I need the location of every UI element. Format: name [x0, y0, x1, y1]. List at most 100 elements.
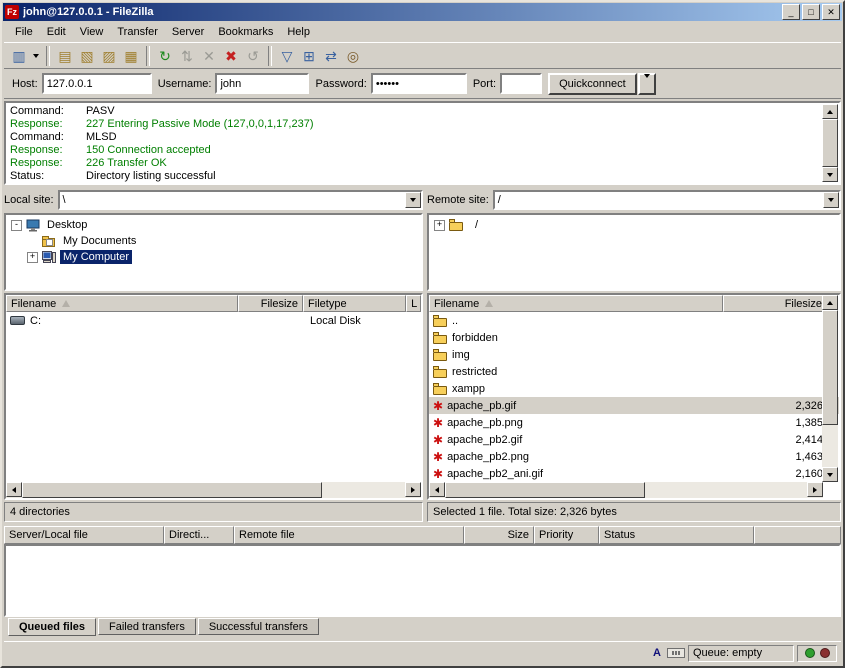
column-header-filesize[interactable]: Filesize [723, 295, 827, 312]
tree-item-my-documents[interactable]: My Documents [8, 233, 421, 249]
menu-item-bookmarks[interactable]: Bookmarks [211, 24, 280, 40]
local-list-header: Filename Filesize Filetype L [6, 295, 421, 312]
my-documents-icon [42, 235, 56, 247]
find-button[interactable]: ◎ [342, 45, 364, 67]
scrollbar-thumb[interactable] [822, 119, 838, 167]
file-row[interactable]: forbidden [429, 329, 839, 346]
tree-item-desktop[interactable]: - Desktop [8, 217, 421, 233]
scroll-right-button[interactable] [807, 482, 823, 497]
toggle-local-tree-button[interactable]: ▧ [76, 45, 98, 67]
titlebar[interactable]: Fz john@127.0.0.1 - FileZilla _ □ ✕ [3, 3, 842, 21]
site-manager-button[interactable]: ▥ [8, 45, 30, 67]
username-input[interactable] [215, 73, 309, 94]
column-header-direction[interactable]: Directi... [164, 526, 234, 544]
column-header-server-local-file[interactable]: Server/Local file [4, 526, 164, 544]
toggle-remote-tree-button[interactable]: ▨ [98, 45, 120, 67]
scrollbar-thumb[interactable] [445, 482, 645, 498]
quickconnect-button[interactable]: Quickconnect [548, 73, 637, 95]
sync-browsing-button[interactable]: ⇄ [320, 45, 342, 67]
column-header-filename[interactable]: Filename [429, 295, 723, 312]
menu-item-view[interactable]: View [73, 24, 111, 40]
tab-queued-files[interactable]: Queued files [8, 618, 96, 636]
column-header-status[interactable]: Status [599, 526, 754, 544]
sort-ascending-icon [62, 300, 70, 307]
scroll-down-button[interactable] [822, 467, 838, 482]
quickconnect-dropdown[interactable] [638, 73, 656, 95]
toggle-queue-button[interactable]: ▦ [120, 45, 142, 67]
scroll-up-button[interactable] [822, 104, 838, 119]
log-scrollbar[interactable] [822, 104, 838, 182]
local-site-combobox[interactable]: \ [58, 190, 423, 210]
menu-item-file[interactable]: File [8, 24, 40, 40]
tree-item-root[interactable]: + / [431, 217, 839, 233]
expand-icon[interactable]: + [434, 220, 445, 231]
menu-item-edit[interactable]: Edit [40, 24, 73, 40]
file-row-c-drive[interactable]: C: Local Disk [6, 312, 421, 329]
menu-item-transfer[interactable]: Transfer [110, 24, 165, 40]
folder-icon [449, 219, 468, 231]
file-row[interactable]: img [429, 346, 839, 363]
scroll-up-button[interactable] [822, 295, 838, 310]
menu-item-help[interactable]: Help [280, 24, 317, 40]
arrow-left-icon [12, 487, 16, 493]
scroll-left-button[interactable] [429, 482, 445, 497]
process-queue-icon: ⇅ [181, 49, 193, 63]
toggle-log-button[interactable]: ▤ [54, 45, 76, 67]
tree-item-my-computer[interactable]: + My Computer [8, 249, 421, 265]
disconnect-button[interactable]: ✖ [220, 45, 242, 67]
refresh-button[interactable]: ↻ [154, 45, 176, 67]
compare-button[interactable]: ⊞ [298, 45, 320, 67]
local-site-row: Local site: \ [4, 189, 423, 211]
column-header-remote-file[interactable]: Remote file [234, 526, 464, 544]
column-header-priority[interactable]: Priority [534, 526, 599, 544]
cancel-button[interactable]: ✕ [198, 45, 220, 67]
log-line: Response:227 Entering Passive Mode (127,… [10, 118, 819, 131]
remote-site-combobox[interactable]: / [493, 190, 841, 210]
scrollbar-thumb[interactable] [822, 310, 838, 425]
port-input[interactable] [500, 73, 542, 94]
column-header-filetype[interactable]: Filetype [303, 295, 406, 312]
file-row[interactable]: ✱apache_pb2_ani.gif 2,160 [429, 465, 839, 482]
maximize-button[interactable]: □ [802, 4, 820, 20]
combo-dropdown-button[interactable] [405, 192, 421, 208]
scrollbar-thumb[interactable] [22, 482, 322, 498]
password-input[interactable] [371, 73, 467, 94]
file-row[interactable]: ✱apache_pb2.gif 2,414 [429, 431, 839, 448]
file-row[interactable]: ✱apache_pb.png 1,385 [429, 414, 839, 431]
column-header-last-modified[interactable]: L [406, 295, 421, 312]
remote-directory-tree: + / [427, 213, 841, 291]
message-log: Command:PASV Response:227 Entering Passi… [4, 101, 841, 185]
tab-successful-transfers[interactable]: Successful transfers [198, 618, 319, 635]
column-header-size[interactable]: Size [464, 526, 534, 544]
column-header-filename[interactable]: Filename [6, 295, 238, 312]
site-manager-dropdown[interactable] [30, 45, 42, 67]
remote-vertical-scrollbar[interactable] [822, 295, 838, 482]
filter-button[interactable]: ▽ [276, 45, 298, 67]
chevron-down-icon [644, 74, 650, 90]
collapse-icon[interactable]: - [11, 220, 22, 231]
arrow-down-icon [827, 473, 833, 477]
file-row[interactable]: restricted [429, 363, 839, 380]
file-row[interactable]: ✱apache_pb2.png 1,463 [429, 448, 839, 465]
tab-failed-transfers[interactable]: Failed transfers [98, 618, 196, 635]
scroll-left-button[interactable] [6, 482, 22, 497]
file-row[interactable]: xampp [429, 380, 839, 397]
toggle-remote-tree-icon: ▨ [102, 49, 115, 63]
close-button[interactable]: ✕ [822, 4, 840, 20]
transfer-queue-list[interactable] [4, 544, 841, 617]
remote-horizontal-scrollbar[interactable] [429, 482, 823, 498]
scroll-right-button[interactable] [405, 482, 421, 497]
host-input[interactable] [42, 73, 152, 94]
minimize-button[interactable]: _ [782, 4, 800, 20]
reconnect-button[interactable]: ↺ [242, 45, 264, 67]
process-queue-button[interactable]: ⇅ [176, 45, 198, 67]
menu-item-server[interactable]: Server [165, 24, 211, 40]
expand-icon[interactable]: + [27, 252, 38, 263]
column-header-filesize[interactable]: Filesize [238, 295, 303, 312]
combo-dropdown-button[interactable] [823, 192, 839, 208]
scroll-down-button[interactable] [822, 167, 838, 182]
file-row-selected[interactable]: ✱apache_pb.gif 2,326 [429, 397, 839, 414]
file-row[interactable]: .. [429, 312, 839, 329]
local-horizontal-scrollbar[interactable] [6, 482, 421, 498]
filter-icon: ▽ [282, 49, 293, 63]
